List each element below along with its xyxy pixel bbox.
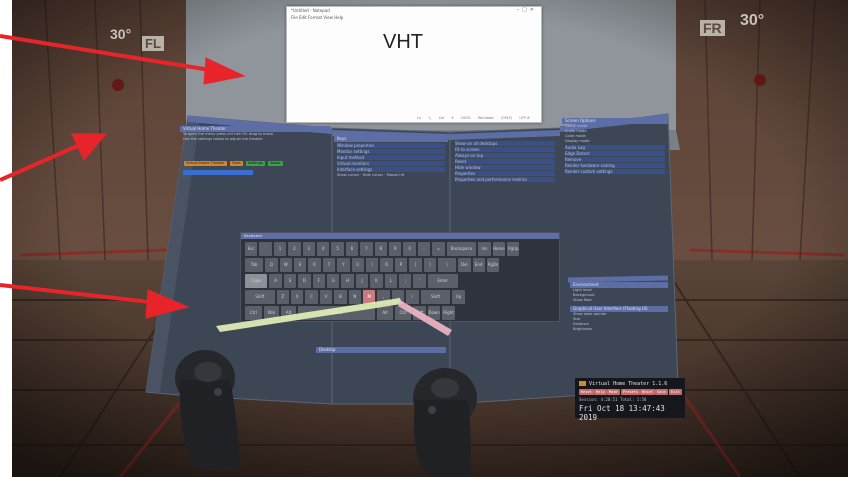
annotation-arrow-2: [0, 142, 83, 182]
vr-scene: 30° FL FR 30° *Untitled - Notepad –□✕ Fi…: [0, 0, 861, 477]
annotation-arrowhead-3: [145, 289, 190, 319]
annotation-arrow-1: [0, 34, 211, 72]
annotation-arrows: [0, 34, 246, 319]
annotation-arrowhead-1: [203, 57, 246, 85]
annotation-arrow-3: [0, 283, 151, 304]
